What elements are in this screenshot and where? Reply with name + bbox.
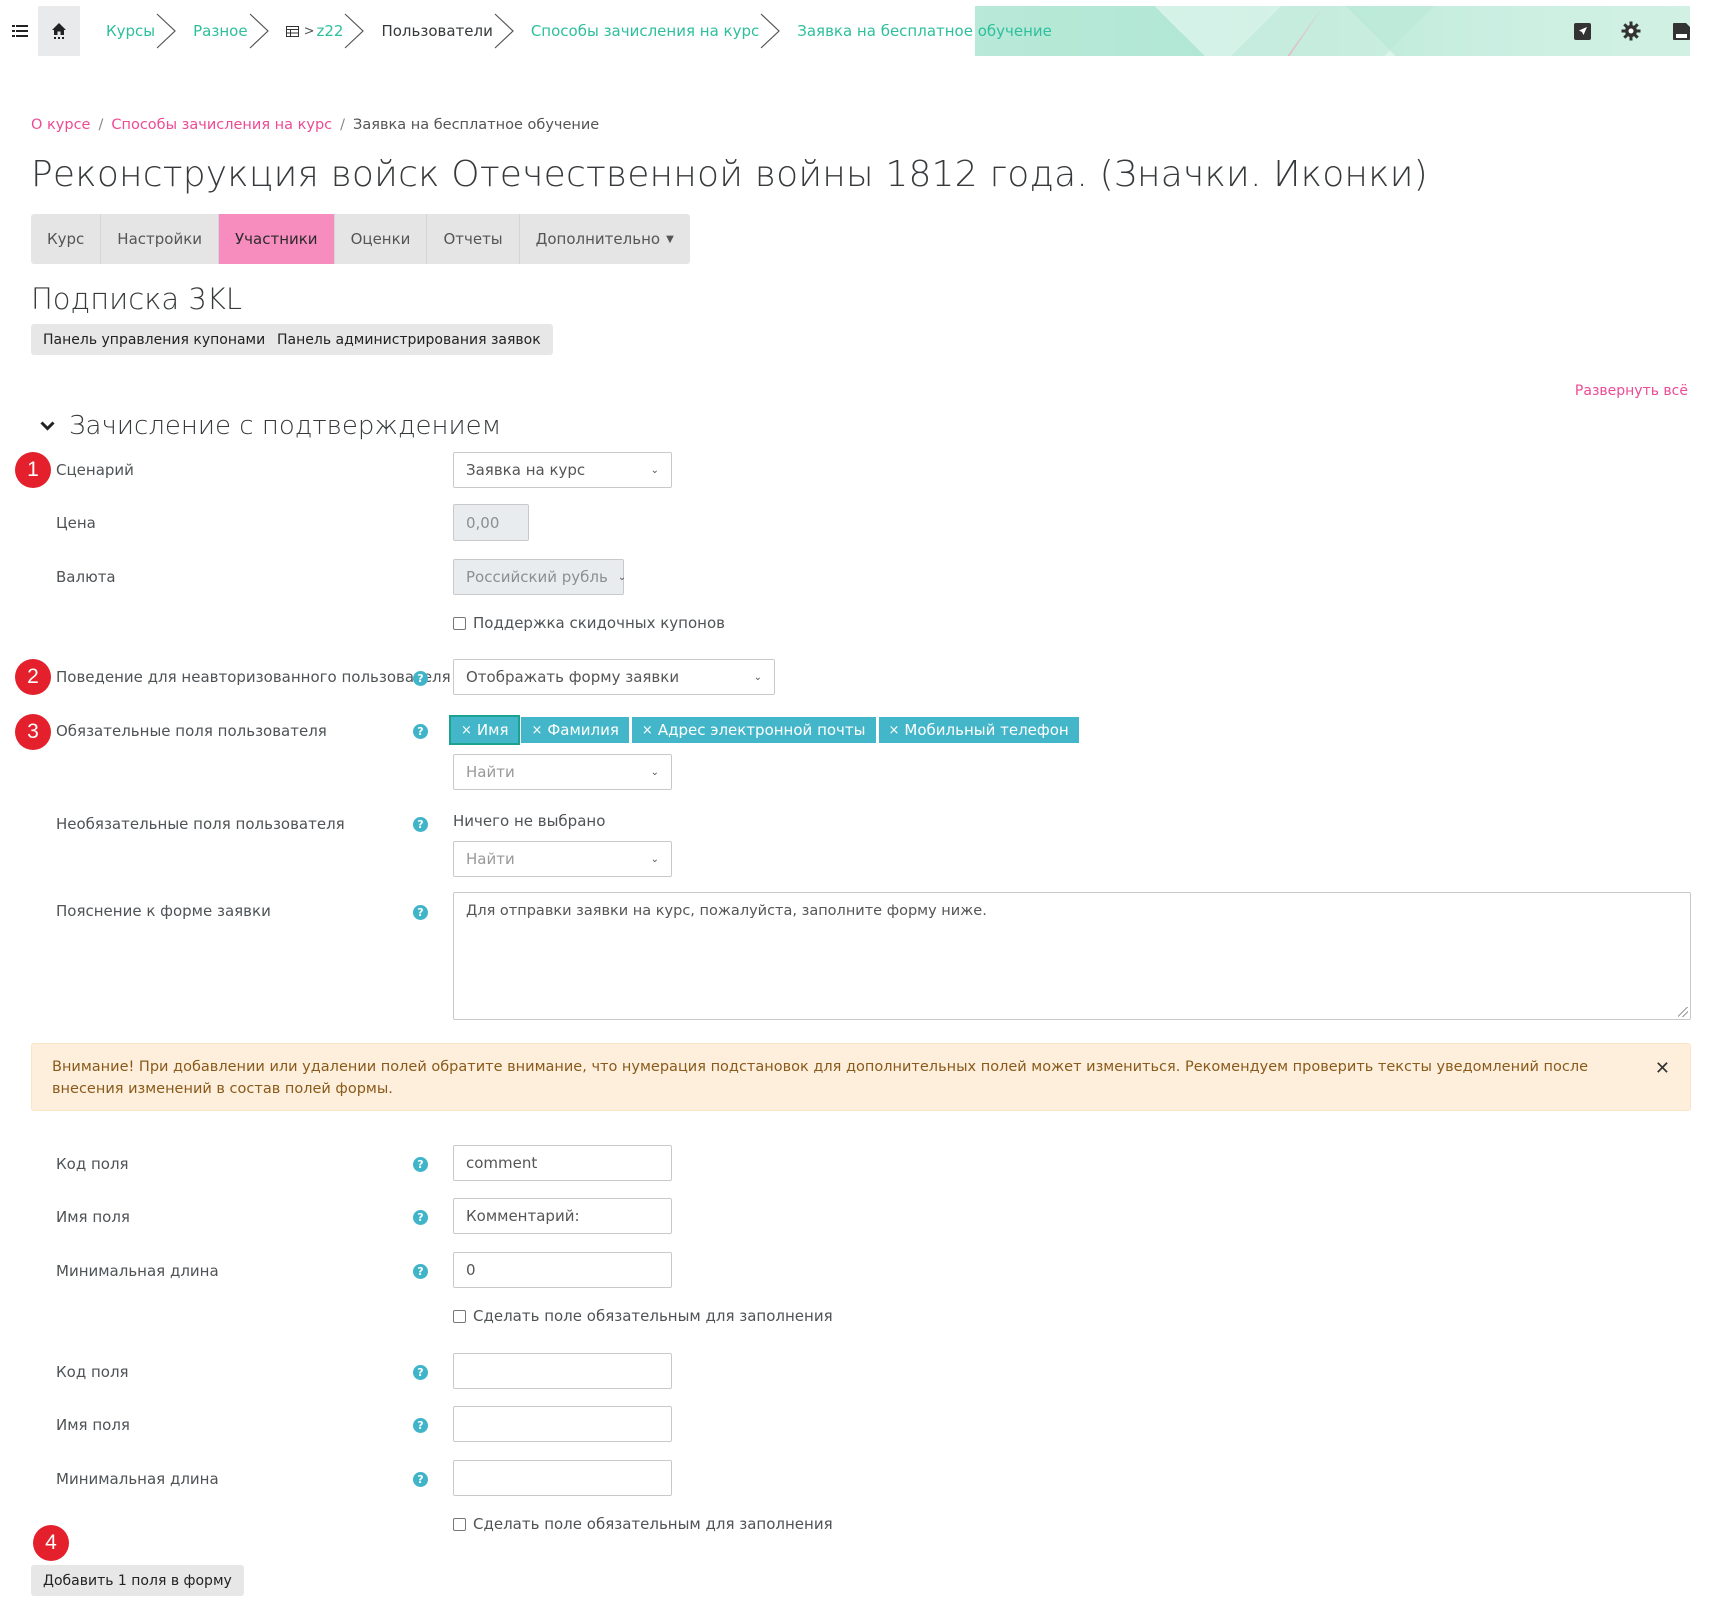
- field-minlength-label: Минимальная длина: [56, 1262, 219, 1280]
- tag-last-name[interactable]: × Фамилия: [521, 717, 629, 743]
- required-fields-label: Обязательные поля пользователя: [56, 722, 327, 740]
- field-name-input[interactable]: [453, 1406, 672, 1442]
- tab-reports[interactable]: Отчеты: [427, 214, 520, 264]
- navbar-crumb-misc[interactable]: Разное: [167, 6, 269, 56]
- navbar-crumb-z22[interactable]: > z22: [260, 6, 365, 56]
- field-code-input[interactable]: comment: [453, 1145, 672, 1181]
- field-minlength-input[interactable]: [453, 1460, 672, 1496]
- tab-grades[interactable]: Оценки: [335, 214, 428, 264]
- chevron-down-icon: ⌄: [617, 571, 627, 583]
- field-code-label: Код поля: [56, 1363, 129, 1381]
- field-required-checkbox[interactable]: Сделать поле обязательным для заполнения: [453, 1515, 833, 1533]
- field-name-label: Имя поля: [56, 1208, 130, 1226]
- breadcrumb-enrol-methods[interactable]: Способы зачисления на курс: [111, 117, 332, 133]
- chevron-down-icon: [40, 421, 55, 431]
- course-tabs: Курс Настройки Участники Оценки Отчеты Д…: [31, 214, 690, 264]
- required-fields-tags: × Имя × Фамилия × Адрес электронной почты ×…: [448, 715, 1079, 745]
- optional-fields-search[interactable]: Найти ⌄: [453, 841, 672, 877]
- remove-icon[interactable]: ×: [461, 723, 472, 738]
- guest-behaviour-select[interactable]: Отображать форму заявки ⌄: [453, 659, 775, 695]
- top-navbar: Курсы Разное > z22 Пользователи Способы …: [0, 6, 1690, 56]
- field-required-checkbox[interactable]: Сделать поле обязательным для заполнения: [453, 1307, 833, 1325]
- page-title: Реконструкция войск Отечественной войны …: [31, 154, 1428, 195]
- tab-more[interactable]: Дополнительно ▼: [520, 214, 690, 264]
- help-icon[interactable]: ?: [413, 905, 428, 920]
- navbar-crumb-enrol-methods[interactable]: Способы зачисления на курс: [505, 6, 781, 56]
- help-icon[interactable]: ?: [413, 1157, 428, 1172]
- navbar-crumb-users: Пользователи: [355, 6, 514, 56]
- price-input[interactable]: 0,00: [453, 504, 529, 541]
- help-icon[interactable]: ?: [413, 817, 428, 832]
- navbar-crumb-courses[interactable]: Курсы: [80, 6, 177, 56]
- field-name-label: Имя поля: [56, 1416, 130, 1434]
- explanation-textarea[interactable]: Для отправки заявки на курс, пожалуйста,…: [453, 892, 1691, 1020]
- step-marker-2: 2: [15, 659, 51, 695]
- step-marker-4: 4: [33, 1525, 69, 1561]
- add-field-button[interactable]: Добавить 1 поля в форму: [31, 1565, 244, 1596]
- breadcrumb-current: Заявка на бесплатное обучение: [353, 117, 600, 133]
- gear-icon[interactable]: [1611, 6, 1651, 56]
- step-marker-3: 3: [15, 714, 51, 750]
- field-minlength-input[interactable]: 0: [453, 1252, 672, 1288]
- help-icon[interactable]: ?: [413, 1210, 428, 1225]
- chevron-down-icon: ⌄: [650, 766, 659, 778]
- help-icon[interactable]: ?: [413, 1264, 428, 1279]
- help-icon[interactable]: ?: [413, 1365, 428, 1380]
- table-icon: [285, 25, 299, 37]
- expand-all-link[interactable]: Развернуть всё: [1575, 383, 1688, 399]
- field-minlength-label: Минимальная длина: [56, 1470, 219, 1488]
- warning-alert: Внимание! При добавлении или удалении по…: [31, 1043, 1691, 1111]
- remove-icon[interactable]: ×: [642, 723, 653, 738]
- tab-settings[interactable]: Настройки: [101, 214, 220, 264]
- optional-fields-none: Ничего не выбрано: [453, 812, 606, 830]
- guest-behaviour-label: Поведение для неавторизованного пользова…: [56, 668, 451, 686]
- remove-icon[interactable]: ×: [889, 723, 900, 738]
- help-icon[interactable]: ?: [413, 671, 428, 686]
- page-breadcrumb: О курсе / Способы зачисления на курс / З…: [31, 117, 600, 133]
- price-label: Цена: [56, 514, 96, 532]
- optional-fields-label: Необязательные поля пользователя: [56, 815, 345, 833]
- subscription-heading: Подписка 3KL: [31, 282, 243, 316]
- save-icon[interactable]: [1661, 6, 1701, 56]
- home-icon[interactable]: [38, 6, 80, 56]
- explanation-label: Пояснение к форме заявки: [56, 902, 271, 920]
- scenario-select[interactable]: Заявка на курс ⌄: [453, 452, 672, 488]
- currency-label: Валюта: [56, 568, 116, 586]
- chevron-down-icon: ⌄: [753, 671, 762, 683]
- tab-course[interactable]: Курс: [31, 214, 102, 264]
- currency-select[interactable]: Российский рубль ⌄: [453, 559, 627, 595]
- send-icon[interactable]: [1562, 6, 1602, 56]
- chevron-down-icon: ⌄: [650, 853, 659, 865]
- tag-first-name[interactable]: × Имя: [448, 715, 521, 745]
- checkbox-box[interactable]: [453, 1309, 466, 1323]
- fieldset-toggle[interactable]: Зачисление с подтверждением: [40, 411, 501, 441]
- resize-handle[interactable]: [1678, 1007, 1688, 1017]
- checkbox-box[interactable]: [453, 616, 466, 630]
- field-code-input[interactable]: [453, 1353, 672, 1389]
- step-marker-1: 1: [15, 452, 51, 488]
- tag-mobile[interactable]: × Мобильный телефон: [878, 717, 1079, 743]
- fieldset-title: Зачисление с подтверждением: [69, 411, 502, 441]
- coupons-panel-button[interactable]: Панель управления купонами: [31, 324, 278, 355]
- help-icon[interactable]: ?: [413, 1472, 428, 1487]
- navbar-breadcrumb: Курсы Разное > z22 Пользователи Способы …: [80, 6, 1064, 56]
- navbar-crumb-free-request[interactable]: Заявка на бесплатное обучение: [771, 6, 1064, 56]
- scenario-label: Сценарий: [56, 461, 134, 479]
- close-icon[interactable]: ✕: [1655, 1058, 1670, 1080]
- tab-participants[interactable]: Участники: [219, 214, 335, 264]
- checkbox-box[interactable]: [453, 1517, 466, 1531]
- chevron-down-icon: ⌄: [650, 464, 659, 476]
- help-icon[interactable]: ?: [413, 724, 428, 739]
- requests-panel-button[interactable]: Панель администрирования заявок: [265, 324, 553, 355]
- required-fields-search[interactable]: Найти ⌄: [453, 754, 672, 790]
- tag-email[interactable]: × Адрес электронной почты: [631, 717, 876, 743]
- field-code-label: Код поля: [56, 1155, 129, 1173]
- remove-icon[interactable]: ×: [531, 723, 542, 738]
- breadcrumb-about-course[interactable]: О курсе: [31, 117, 90, 133]
- list-icon[interactable]: [0, 6, 40, 56]
- field-name-input[interactable]: Комментарий:: [453, 1198, 672, 1234]
- coupons-checkbox[interactable]: Поддержка скидочных купонов: [453, 614, 725, 632]
- help-icon[interactable]: ?: [413, 1418, 428, 1433]
- chevron-down-icon: ▼: [666, 233, 674, 245]
